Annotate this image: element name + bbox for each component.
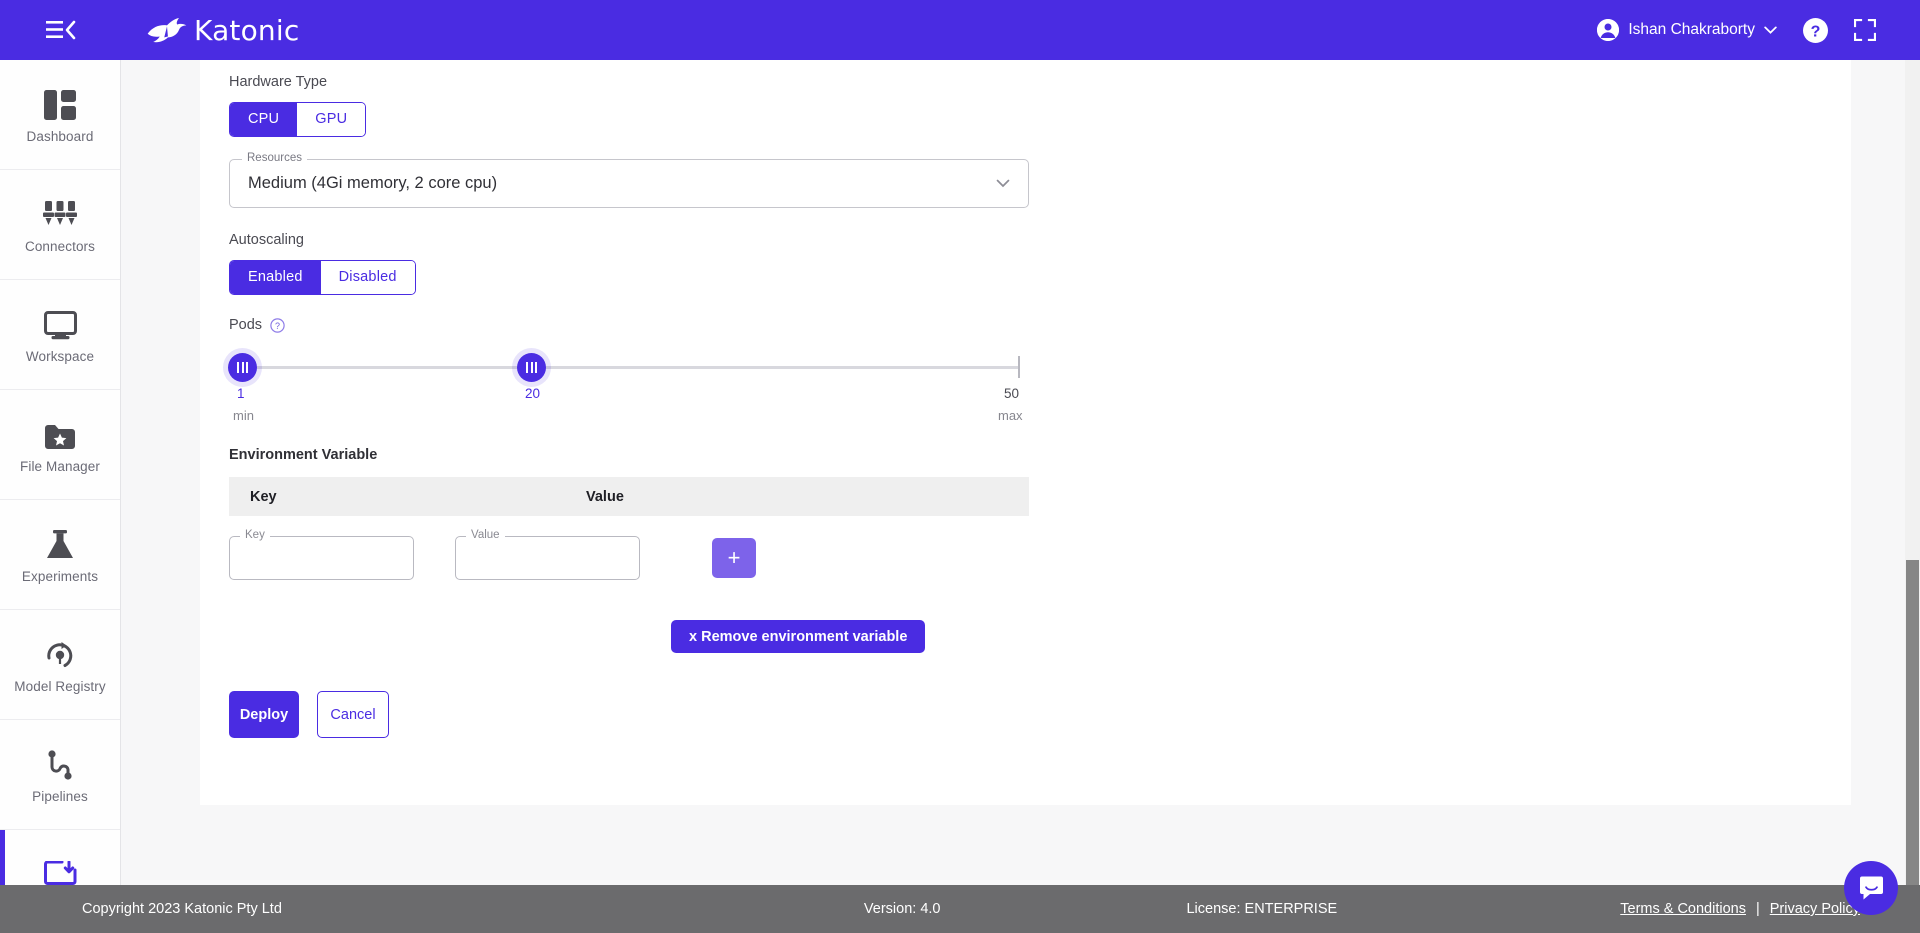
page-scrollbar-thumb[interactable] bbox=[1906, 560, 1919, 930]
form-actions: Deploy Cancel bbox=[229, 691, 1851, 738]
env-value-field-wrap: Value bbox=[455, 529, 640, 580]
hardware-type-toggle: CPU GPU bbox=[229, 102, 367, 137]
footer-license: License: ENTERPRISE bbox=[1186, 901, 1338, 917]
resources-select-box[interactable]: Medium (4Gi memory, 2 core cpu) bbox=[229, 159, 1029, 208]
footer-version: Version: 4.0 bbox=[863, 901, 941, 917]
sidebar-label: Model Registry bbox=[14, 678, 106, 694]
environment-variable-title: Environment Variable bbox=[229, 447, 378, 463]
flask-icon bbox=[45, 526, 75, 560]
env-value-input[interactable] bbox=[455, 536, 640, 580]
cancel-button[interactable]: Cancel bbox=[317, 691, 389, 738]
environment-variable-row: Key Value + bbox=[229, 529, 1029, 580]
hamburger-collapse-icon[interactable] bbox=[44, 17, 78, 43]
footer-link-separator: | bbox=[1755, 901, 1760, 917]
sidebar-label: File Manager bbox=[20, 458, 100, 474]
brand-name: Katonic bbox=[194, 13, 300, 47]
monitor-icon bbox=[43, 306, 77, 340]
remove-environment-variable-button[interactable]: x Remove environment variable bbox=[671, 620, 926, 653]
deploy-button[interactable]: Deploy bbox=[229, 691, 299, 738]
environment-table-header: Key Value bbox=[229, 477, 1029, 516]
pods-max-caption: max bbox=[998, 408, 1023, 423]
chat-bubble-icon bbox=[1859, 876, 1883, 899]
user-name: Ishan Chakraborty bbox=[1628, 21, 1755, 38]
environment-variable-table: Key Value Key Value + bbox=[229, 477, 1029, 580]
deploy-form: Hardware Type CPU GPU Resources Medium (… bbox=[200, 60, 1851, 738]
footer: Copyright 2023 Katonic Pty Ltd Version: … bbox=[0, 885, 1920, 933]
intercom-chat-button[interactable] bbox=[1844, 861, 1898, 915]
connectors-icon bbox=[43, 196, 77, 230]
env-value-legend: Value bbox=[466, 529, 505, 541]
sidebar-label: Workspace bbox=[25, 348, 95, 364]
pods-slider-current-thumb[interactable] bbox=[517, 353, 546, 382]
sidebar-label: Connectors bbox=[24, 238, 96, 254]
column-header-value: Value bbox=[586, 488, 624, 505]
question-circle-icon: ? bbox=[1803, 17, 1828, 43]
model-registry-icon bbox=[45, 636, 75, 670]
sidebar: Dashboard Connectors Workspace File Mana… bbox=[0, 60, 121, 933]
pods-current-value: 20 bbox=[525, 386, 541, 401]
folder-star-icon bbox=[44, 416, 76, 450]
footer-copyright: Copyright 2023 Katonic Pty Ltd bbox=[82, 901, 282, 917]
pods-slider-min-thumb[interactable] bbox=[228, 353, 257, 382]
hardware-gpu-button[interactable]: GPU bbox=[297, 103, 366, 136]
deploy-form-card: Hardware Type CPU GPU Resources Medium (… bbox=[200, 60, 1851, 805]
resources-legend: Resources bbox=[242, 152, 307, 164]
sidebar-label: Pipelines bbox=[32, 788, 88, 804]
sidebar-label: Dashboard bbox=[26, 128, 94, 144]
sidebar-item-connectors[interactable]: Connectors bbox=[0, 170, 120, 280]
pods-label: Pods bbox=[229, 317, 263, 333]
pods-slider[interactable]: 1 min 20 50 max bbox=[228, 353, 1023, 431]
help-circle-icon[interactable]: ? bbox=[270, 317, 285, 333]
sidebar-item-file-manager[interactable]: File Manager bbox=[0, 390, 120, 500]
autoscaling-toggle: Enabled Disabled bbox=[229, 260, 416, 295]
app-root: Katonic Ishan Chakraborty ? Dashboard Co… bbox=[0, 0, 1920, 933]
add-environment-variable-button[interactable]: + bbox=[712, 538, 756, 578]
sidebar-item-experiments[interactable]: Experiments bbox=[0, 500, 120, 610]
autoscaling-label: Autoscaling bbox=[229, 232, 304, 248]
resources-selected-value: Medium (4Gi memory, 2 core cpu) bbox=[248, 174, 498, 192]
hardware-cpu-button[interactable]: CPU bbox=[230, 103, 298, 136]
footer-links: Terms & Conditions | Privacy Policy bbox=[1620, 901, 1860, 917]
hardware-type-label: Hardware Type bbox=[229, 74, 328, 90]
chevron-down-icon bbox=[1764, 26, 1777, 34]
kangaroo-logo-icon bbox=[147, 18, 187, 43]
env-key-input[interactable] bbox=[229, 536, 414, 580]
svg-text:?: ? bbox=[1811, 23, 1821, 40]
sidebar-item-workspace[interactable]: Workspace bbox=[0, 280, 120, 390]
pods-label-row: Pods ? bbox=[229, 317, 1851, 333]
pods-min-value: 1 bbox=[237, 386, 245, 401]
env-key-field-wrap: Key bbox=[229, 529, 414, 580]
user-menu[interactable]: Ishan Chakraborty bbox=[1597, 19, 1777, 41]
sidebar-label: Experiments bbox=[21, 568, 99, 584]
top-header: Katonic Ishan Chakraborty ? bbox=[0, 0, 1920, 60]
chevron-down-icon bbox=[996, 179, 1010, 188]
env-key-legend: Key bbox=[240, 529, 270, 541]
thumb-grip-icon bbox=[526, 362, 537, 373]
pods-max-value: 50 bbox=[1004, 386, 1020, 401]
avatar bbox=[1597, 19, 1620, 41]
dashboard-icon bbox=[44, 86, 76, 120]
privacy-policy-link[interactable]: Privacy Policy bbox=[1770, 901, 1860, 917]
autoscaling-disabled-button[interactable]: Disabled bbox=[320, 261, 415, 294]
resources-select[interactable]: Resources Medium (4Gi memory, 2 core cpu… bbox=[229, 152, 1029, 208]
brand-logo[interactable]: Katonic bbox=[144, 13, 299, 47]
thumb-grip-icon bbox=[237, 362, 248, 373]
fullscreen-button[interactable] bbox=[1854, 19, 1876, 41]
svg-text:?: ? bbox=[275, 321, 280, 331]
pods-min-caption: min bbox=[233, 408, 254, 423]
main-content: Hardware Type CPU GPU Resources Medium (… bbox=[121, 60, 1920, 933]
page-scrollbar-track[interactable] bbox=[1905, 60, 1920, 933]
help-button[interactable]: ? bbox=[1803, 17, 1828, 43]
terms-and-conditions-link[interactable]: Terms & Conditions bbox=[1620, 901, 1746, 917]
sidebar-item-pipelines[interactable]: Pipelines bbox=[0, 720, 120, 830]
autoscaling-enabled-button[interactable]: Enabled bbox=[230, 261, 321, 294]
pods-slider-max-tick bbox=[1018, 356, 1020, 378]
sidebar-item-model-registry[interactable]: Model Registry bbox=[0, 610, 120, 720]
pods-slider-rail bbox=[229, 366, 1019, 369]
column-header-key: Key bbox=[250, 488, 277, 505]
pipelines-icon bbox=[47, 746, 73, 780]
header-actions: Ishan Chakraborty ? bbox=[1597, 17, 1876, 43]
fullscreen-icon bbox=[1854, 19, 1876, 41]
sidebar-item-dashboard[interactable]: Dashboard bbox=[0, 60, 120, 170]
